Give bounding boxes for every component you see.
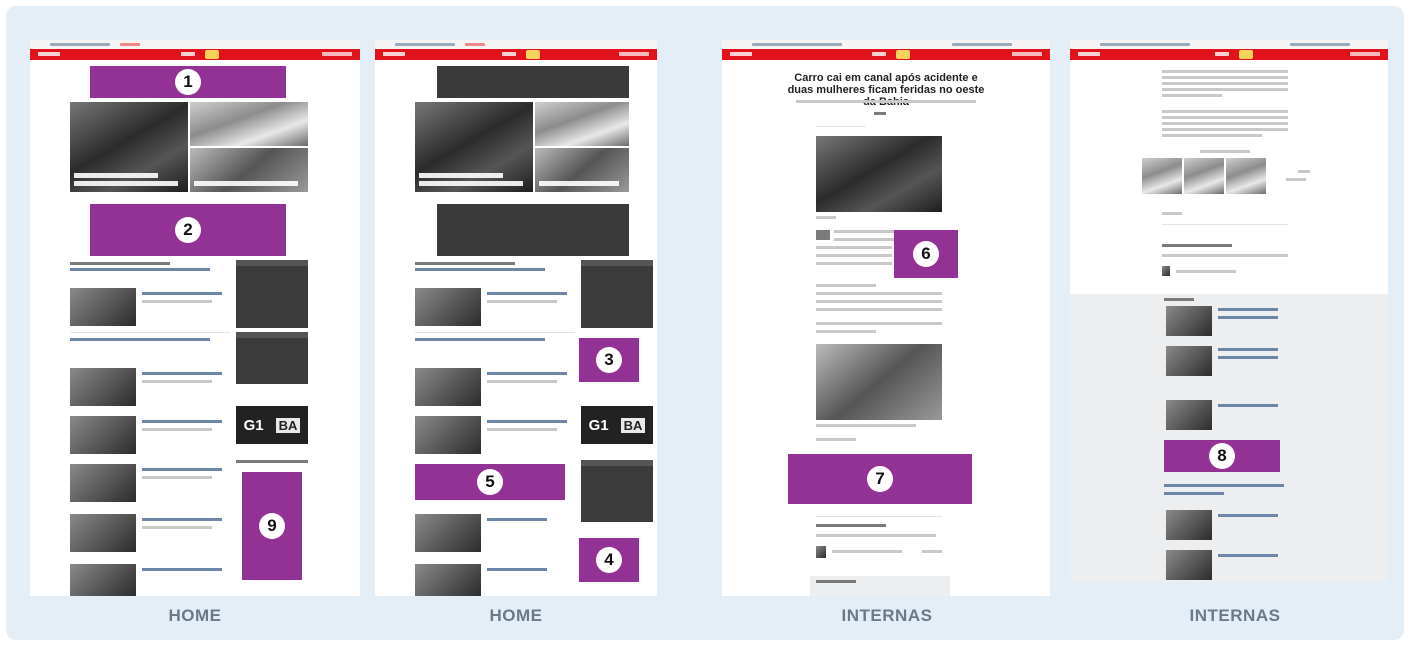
home-panel-1: 1 2 G1 BA 9 [30, 40, 360, 596]
internas-panel-2: 8 [1070, 40, 1388, 582]
browser-bar [375, 40, 657, 49]
ad-slot-4: 4 [579, 538, 639, 582]
related-thumb [1166, 550, 1212, 580]
hero-photo-top-right [190, 102, 308, 146]
gallery-photo [1226, 158, 1266, 194]
hero-photo [70, 102, 188, 192]
news-thumb [415, 368, 481, 406]
ad-slot-2: 2 [90, 204, 286, 256]
related-thumb [1166, 400, 1212, 430]
related-thumb [1166, 306, 1212, 336]
panel-caption: INTERNAS [841, 606, 933, 625]
site-header [722, 49, 1050, 60]
logo-icon [896, 50, 910, 59]
news-thumb [70, 416, 136, 454]
sidebar-photo-box [236, 332, 308, 384]
browser-bar [722, 40, 1050, 49]
logo-icon [205, 50, 219, 59]
ad-slot-8: 8 [1164, 440, 1280, 472]
gallery-photo [1184, 158, 1224, 194]
news-thumb [70, 368, 136, 406]
article-car-photo [816, 344, 942, 420]
avatar [1162, 266, 1170, 276]
ad-slot-5: 5 [415, 464, 565, 500]
related-thumb [1166, 346, 1212, 376]
panel-caption: INTERNAS [1189, 606, 1281, 625]
g1-bahia-logo: G1 BA [581, 406, 653, 444]
ad-slot-placeholder [437, 66, 629, 98]
news-thumb [70, 288, 136, 326]
hero-photo [415, 102, 533, 192]
internas-panel-1: Carro cai em canal após acidente e duas … [722, 40, 1050, 596]
site-header [30, 49, 360, 60]
news-thumb [415, 564, 481, 596]
related-thumb [1166, 510, 1212, 540]
article-photo [816, 136, 942, 212]
ad-slot-placeholder [437, 204, 629, 256]
g1-bahia-logo: G1 BA [236, 406, 308, 444]
gallery-photo [1142, 158, 1182, 194]
news-thumb [70, 514, 136, 552]
ad-slot-3: 3 [579, 338, 639, 382]
sidebar-video-box [236, 260, 308, 328]
news-thumb [415, 514, 481, 552]
sidebar-photo-box [581, 460, 653, 522]
logo-icon [1239, 50, 1253, 59]
site-header [1070, 49, 1388, 60]
ad-slot-9: 9 [242, 472, 302, 580]
ad-slot-7: 7 [788, 454, 972, 504]
ad-slot-1: 1 [90, 66, 286, 98]
sidebar-video-box [581, 260, 653, 328]
news-thumb [70, 564, 136, 596]
browser-bar [1070, 40, 1388, 49]
panel-caption: HOME [489, 606, 543, 625]
hero-photo-bottom-right [535, 148, 629, 192]
avatar [816, 546, 826, 558]
related-news-zone [1070, 294, 1388, 582]
site-header [375, 49, 657, 60]
news-thumb [415, 288, 481, 326]
panel-caption: HOME [168, 606, 222, 625]
hero-photo-bottom-right [190, 148, 308, 192]
home-panel-2: 5 3 G1 BA 4 [375, 40, 657, 596]
news-thumb [70, 464, 136, 502]
news-thumb [415, 416, 481, 454]
logo-icon [526, 50, 540, 59]
hero-photo-top-right [535, 102, 629, 146]
ad-slot-6: 6 [894, 230, 958, 278]
browser-bar [30, 40, 360, 49]
